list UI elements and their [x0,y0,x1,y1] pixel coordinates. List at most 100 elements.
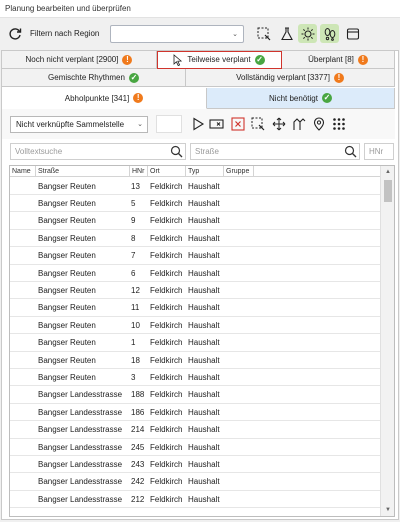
cell-typ: Haushalt [188,216,220,226]
tab-label: Überplant [8] [308,55,354,64]
split-icon[interactable] [291,116,307,132]
abholpunkte-table: Name Straße HNr Ort Typ Gruppe Bangser R… [9,165,395,517]
scrollbar-thumb[interactable] [384,180,392,202]
cell-hnr: 186 [131,407,145,417]
window-icon[interactable] [343,24,362,43]
tab-row-3: Abholpunkte [341] ! Nicht benötigt ✓ [2,88,395,109]
dashed-select-icon[interactable] [254,24,273,43]
table-row[interactable]: Bangser Reuten 10 Feldkirch Haushalt [10,317,380,335]
cell-typ: Haushalt [188,285,220,295]
region-select[interactable]: ⌄ [110,25,244,43]
table-row[interactable]: Bangser Reuten 1 Feldkirch Haushalt [10,335,380,352]
table-row[interactable]: Bangser Reuten 3 Feldkirch Haushalt [10,369,380,387]
scroll-down-icon[interactable]: ▼ [384,506,392,514]
hnr-search-input[interactable]: HNr [364,143,394,160]
warning-icon: ! [133,93,144,103]
play-icon[interactable] [190,116,206,132]
cell-ort: Feldkirch [150,181,183,191]
cell-hnr: 9 [131,216,136,226]
warning-icon: ! [333,72,344,83]
table-row[interactable]: Bangser Reuten 8 Feldkirch Haushalt [10,230,380,248]
table-row[interactable]: Bangser Reuten 6 Feldkirch Haushalt [10,265,380,282]
tab-vollstaendig-verplant[interactable]: Vollständig verplant [3377] ! [186,69,395,87]
flask-icon[interactable] [277,24,296,43]
cell-hnr: 243 [131,459,145,469]
cell-hnr: 6 [131,268,136,278]
cell-hnr: 245 [131,442,145,452]
top-toolbar: Filtern nach Region ⌄ [0,18,400,50]
cell-ort: Feldkirch [150,494,183,504]
dashed-select-icon[interactable] [250,116,266,132]
sun-icon[interactable] [298,24,317,43]
cell-typ: Haushalt [188,181,220,191]
footprints-icon[interactable] [320,24,339,43]
refresh-icon[interactable] [8,27,22,41]
cell-street: Bangser Landesstrasse [38,459,123,469]
cell-street: Bangser Landesstrasse [38,407,123,417]
table-row[interactable]: Bangser Reuten 18 Feldkirch Haushalt [10,352,380,369]
column-header-ort[interactable]: Ort [148,166,186,177]
cell-typ: Haushalt [188,198,220,208]
tab-teilweise-verplant[interactable]: Teilweise verplant ✓ [157,51,282,69]
tab-gemischte-rhythmen[interactable]: Gemischte Rhythmen ✓ [2,69,186,87]
cell-ort: Feldkirch [150,338,183,348]
region-filter-label: Filtern nach Region [30,29,100,38]
tab-label: Gemischte Rhythmen [48,73,125,82]
tab-nicht-benoetigt[interactable]: Nicht benötigt ✓ [207,88,395,109]
table-row[interactable]: Bangser Reuten 11 Feldkirch Haushalt [10,300,380,317]
vertical-scrollbar[interactable]: ▲ ▼ [380,166,394,516]
street-search-input[interactable]: Straße [190,143,360,160]
cell-typ: Haushalt [188,233,220,243]
column-header-hnr[interactable]: HNr [130,166,148,177]
warning-icon: ! [122,54,133,65]
checkmark-icon: ✓ [128,72,139,83]
column-header-typ[interactable]: Typ [186,166,224,177]
cell-hnr: 212 [131,494,145,504]
cell-ort: Feldkirch [150,459,183,469]
table-row[interactable]: Bangser Reuten 13 Feldkirch Haushalt [10,178,380,195]
table-row[interactable]: Bangser Landesstrasse 188 Feldkirch Haushal… [10,387,380,404]
cell-ort: Feldkirch [150,425,183,435]
cell-typ: Haushalt [188,477,220,487]
search-icon[interactable] [344,145,357,158]
sammelstelle-select[interactable]: Nicht verknüpfte Sammelstelle ⌄ [10,116,148,133]
table-row[interactable]: Bangser Landesstrasse 214 Feldkirch Haushal… [10,422,380,439]
tag-icon[interactable] [209,116,225,132]
search-icon[interactable] [170,145,183,158]
column-header-name[interactable]: Name [10,166,36,177]
table-row[interactable]: Bangser Reuten 9 Feldkirch Haushalt [10,213,380,230]
tab-abholpunkte[interactable]: Abholpunkte [341] ! [2,88,207,109]
cell-ort: Feldkirch [150,320,183,330]
location-pin-icon[interactable] [311,116,327,132]
table-row[interactable]: Bangser Landesstrasse 242 Feldkirch Haushal… [10,474,380,491]
fulltext-search-placeholder: Volltextsuche [15,147,63,156]
cell-hnr: 1 [131,338,136,348]
delete-icon[interactable] [230,116,246,132]
move-icon[interactable] [271,116,287,132]
cell-ort: Feldkirch [150,285,183,295]
table-row[interactable]: Bangser Landesstrasse 186 Feldkirch Haushal… [10,404,380,422]
table-row[interactable]: Bangser Reuten 5 Feldkirch Haushalt [10,195,380,213]
column-header-strasse[interactable]: Straße [36,166,130,177]
cell-hnr: 3 [131,372,136,382]
table-row[interactable]: Bangser Landesstrasse 212 Feldkirch Haushal… [10,491,380,509]
table-row[interactable]: Bangser Landesstrasse 245 Feldkirch Haushal… [10,439,380,456]
cell-ort: Feldkirch [150,198,183,208]
tab-noch-nicht-verplant[interactable]: Noch nicht verplant [2900] ! [2,51,157,69]
column-header-gruppe[interactable]: Gruppe [224,166,254,177]
grid-dots-icon[interactable] [331,116,347,132]
scroll-up-icon[interactable]: ▲ [384,168,392,176]
table-row[interactable]: Bangser Reuten 12 Feldkirch Haushalt [10,282,380,300]
cursor-pointer-icon [174,53,183,66]
cell-typ: Haushalt [188,425,220,435]
warning-icon: ! [357,54,368,65]
color-swatch[interactable] [156,115,182,133]
table-row[interactable]: Bangser Landesstrasse 243 Feldkirch Haushal… [10,456,380,474]
cell-typ: Haushalt [188,251,220,261]
tab-ueberplant[interactable]: Überplant [8] ! [282,51,395,69]
cell-typ: Haushalt [188,268,220,278]
table-row[interactable]: Bangser Reuten 7 Feldkirch Haushalt [10,248,380,265]
cell-street: Bangser Reuten [38,233,96,243]
tab-row-2: Gemischte Rhythmen ✓ Vollständig verplan… [2,69,395,87]
fulltext-search-input[interactable]: Volltextsuche [10,143,186,160]
